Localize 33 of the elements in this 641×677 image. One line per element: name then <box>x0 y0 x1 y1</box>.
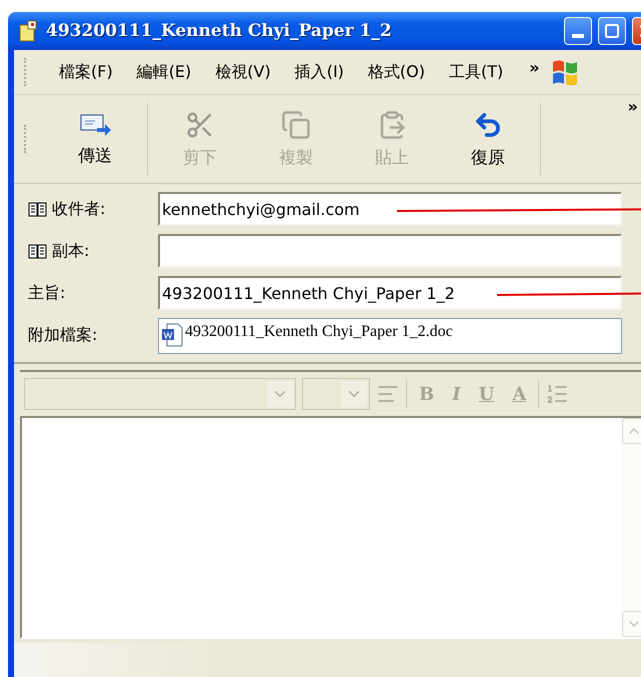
envelope-icon <box>79 112 111 138</box>
address-book-icon[interactable] <box>28 200 48 218</box>
menu-item[interactable]: 格式(O) <box>356 62 437 82</box>
field-label: 附加檔案: <box>28 324 98 346</box>
minimize-button[interactable] <box>564 17 592 45</box>
minimize-icon <box>572 34 584 38</box>
menu-item[interactable]: 檔案(F) <box>47 62 125 82</box>
word-document-icon <box>161 323 183 347</box>
attachment-name[interactable]: 493200111_Kenneth Chyi_Paper 1_2.doc <box>185 323 453 341</box>
toolbar-overflow-button[interactable]: » <box>628 97 638 116</box>
menu-item[interactable]: 插入(I) <box>282 62 356 82</box>
scroll-down-icon[interactable] <box>622 611 641 637</box>
field-label: 主旨: <box>28 282 66 304</box>
message-body[interactable] <box>20 416 641 639</box>
scroll-up-icon[interactable] <box>622 418 641 444</box>
scrollbar[interactable] <box>622 418 641 637</box>
attachment-field[interactable]: 493200111_Kenneth Chyi_Paper 1_2.doc <box>158 318 622 354</box>
field-label: 收件者: <box>52 198 106 220</box>
toolbar-button[interactable]: 復原 <box>440 99 536 179</box>
menu-item[interactable]: 工具(T) <box>437 62 516 82</box>
input-field[interactable] <box>158 234 622 268</box>
input-field[interactable]: 493200111_Kenneth Chyi_Paper 1_2 <box>158 276 622 310</box>
window-title: 493200111_Kenneth Chyi_Paper 1_2 <box>46 21 393 41</box>
address-book-icon[interactable] <box>28 242 48 260</box>
menu-overflow-button[interactable]: » <box>529 58 540 77</box>
menu-item[interactable]: 編輯(E) <box>124 62 204 82</box>
menu-item[interactable]: 檢視(V) <box>203 62 283 82</box>
maximize-button[interactable] <box>598 17 626 45</box>
field-label: 副本: <box>52 240 90 262</box>
maximize-icon <box>604 23 620 39</box>
toolbar-button[interactable]: 傳送 <box>47 99 143 179</box>
input-field[interactable]: kennethchyi@gmail.com <box>158 192 622 226</box>
copy-icon <box>281 110 311 140</box>
